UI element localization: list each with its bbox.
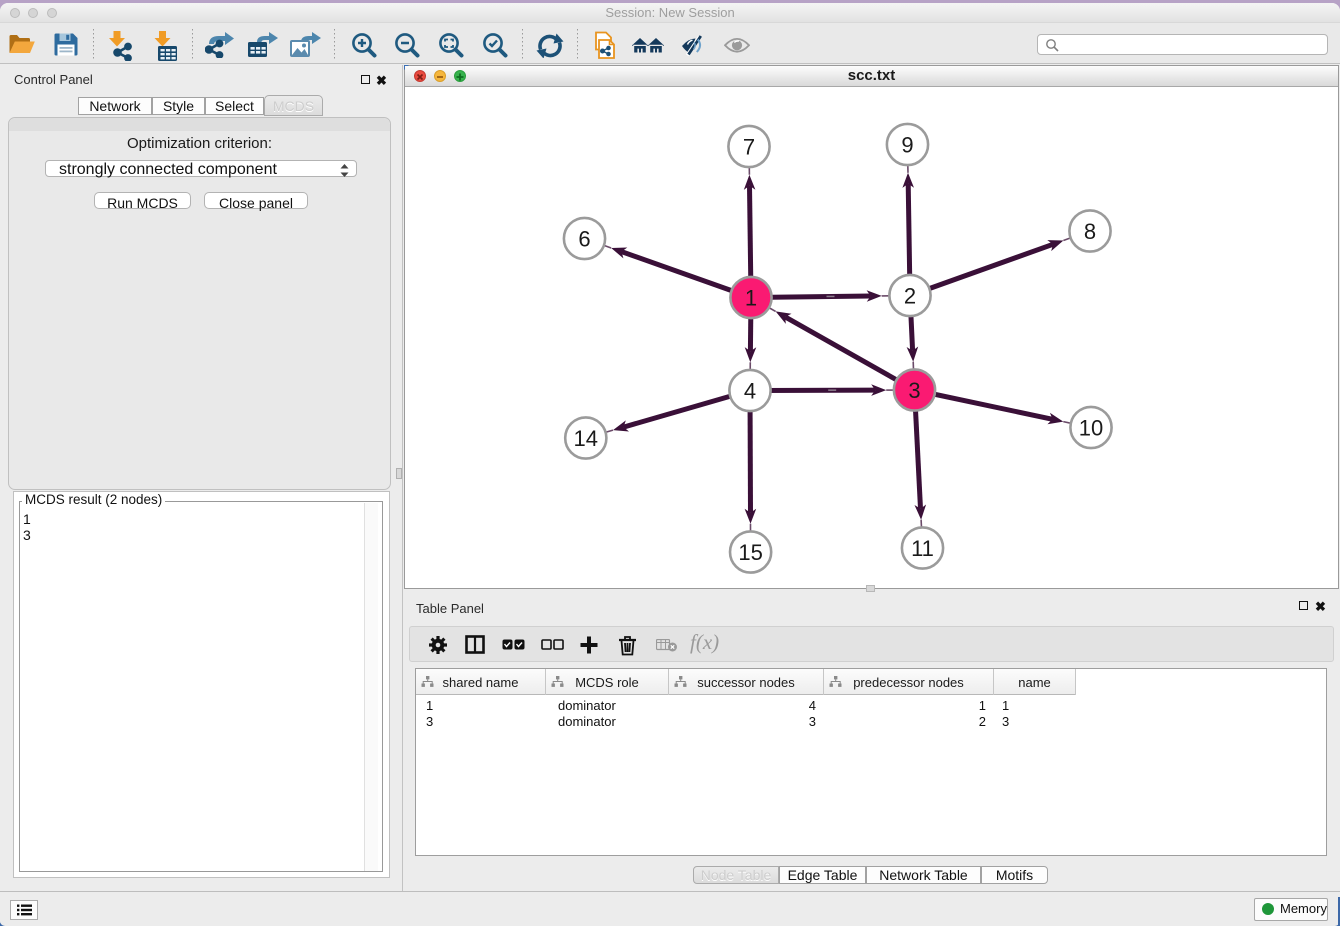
svg-text:15: 15: [738, 540, 762, 565]
svg-text:6: 6: [578, 227, 590, 252]
svg-text:10: 10: [1079, 416, 1103, 441]
svg-text:8: 8: [1084, 219, 1096, 244]
svg-text:2: 2: [904, 284, 916, 309]
svg-text:9: 9: [901, 133, 913, 158]
svg-text:7: 7: [743, 135, 755, 160]
svg-text:1: 1: [745, 286, 757, 311]
svg-text:14: 14: [574, 426, 598, 451]
svg-text:11: 11: [911, 536, 934, 561]
svg-text:4: 4: [744, 379, 756, 404]
svg-text:3: 3: [908, 378, 920, 403]
